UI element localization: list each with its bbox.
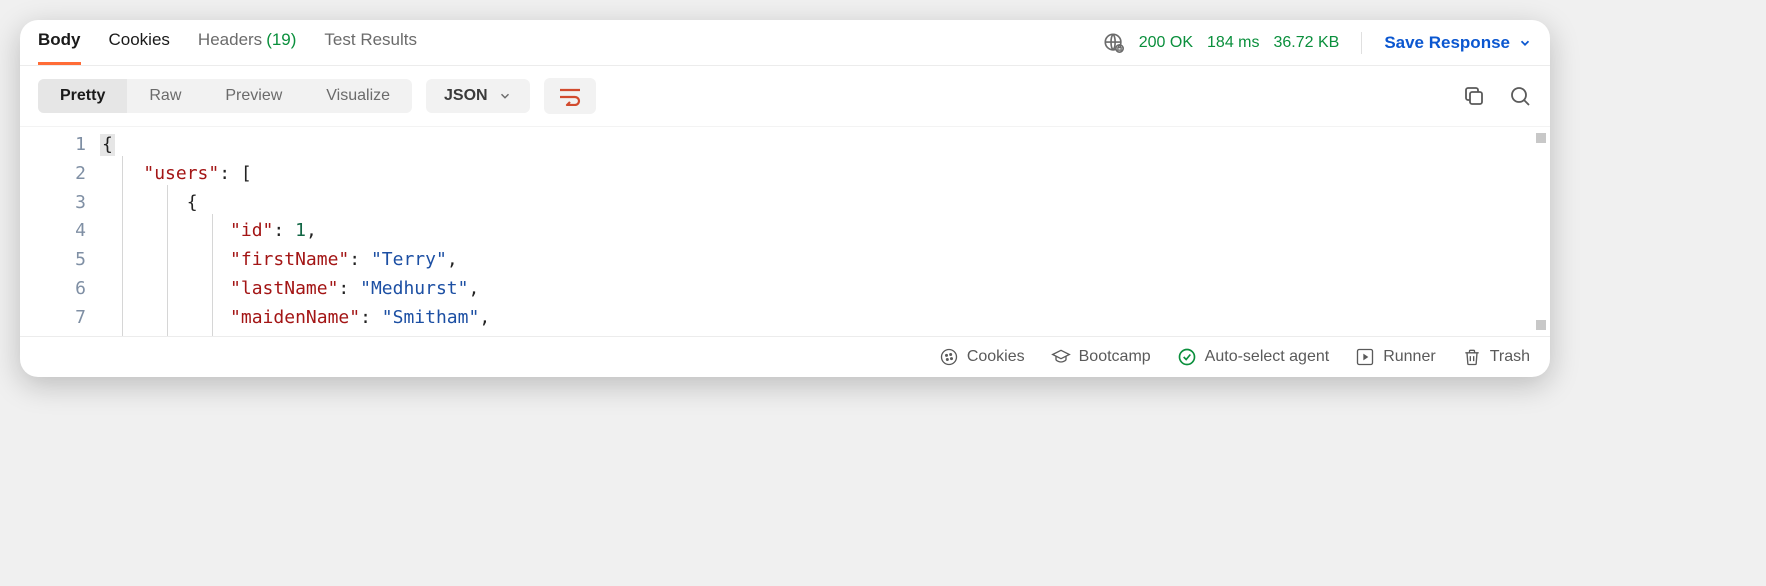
chevron-down-icon <box>1518 36 1532 50</box>
line-gutter: 1 2 3 4 5 6 7 <box>20 127 100 336</box>
response-meta: 200 OK 184 ms 36.72 KB Save Response <box>1103 32 1532 64</box>
footer-cookies[interactable]: Cookies <box>939 347 1025 367</box>
json-value: 1 <box>295 220 306 241</box>
json-key: "lastName" <box>230 278 338 299</box>
view-mode-segment: Pretty Raw Preview Visualize <box>38 79 412 113</box>
tab-headers[interactable]: Headers (19) <box>198 30 297 65</box>
line-number: 6 <box>20 275 86 304</box>
tab-cookies[interactable]: Cookies <box>109 30 170 65</box>
json-value: "Medhurst" <box>360 278 468 299</box>
graduation-cap-icon <box>1051 347 1071 367</box>
network-icon[interactable] <box>1103 32 1125 54</box>
view-visualize[interactable]: Visualize <box>304 79 412 113</box>
code-line: { <box>100 189 1550 218</box>
copy-icon[interactable] <box>1462 84 1486 108</box>
json-value: "Smitham" <box>382 307 480 328</box>
code-line: { <box>100 131 1550 160</box>
cookie-icon <box>939 347 959 367</box>
line-number: 2 <box>20 160 86 189</box>
tab-body[interactable]: Body <box>38 30 81 65</box>
format-select[interactable]: JSON <box>426 79 530 113</box>
code-line: "firstName": "Terry", <box>100 246 1550 275</box>
status-code: 200 OK <box>1139 34 1193 52</box>
toolbar-right <box>1462 84 1532 108</box>
trash-icon <box>1462 347 1482 367</box>
json-punc: : [ <box>219 163 252 184</box>
line-number: 3 <box>20 189 86 218</box>
footer-bootcamp-label: Bootcamp <box>1079 348 1151 366</box>
tab-headers-label: Headers <box>198 30 262 50</box>
tab-body-label: Body <box>38 30 81 50</box>
status-size: 36.72 KB <box>1273 34 1339 52</box>
scroll-marker <box>1536 133 1546 143</box>
status-group: 200 OK 184 ms 36.72 KB <box>1103 32 1340 54</box>
line-number: 5 <box>20 246 86 275</box>
json-key: "id" <box>230 220 273 241</box>
code-line: "users": [ <box>100 160 1550 189</box>
line-number: 1 <box>20 131 86 160</box>
brace: { <box>100 134 115 156</box>
line-number: 7 <box>20 304 86 333</box>
tab-headers-count: (19) <box>266 30 296 50</box>
brace: { <box>187 192 198 213</box>
response-panel: Body Cookies Headers (19) Test Results 2… <box>20 20 1550 377</box>
code-line: "id": 1, <box>100 217 1550 246</box>
response-tabs-row: Body Cookies Headers (19) Test Results 2… <box>20 20 1550 66</box>
status-bar: Cookies Bootcamp Auto-select agent Runne… <box>20 336 1550 377</box>
json-key: "users" <box>143 163 219 184</box>
footer-trash[interactable]: Trash <box>1462 347 1530 367</box>
tab-cookies-label: Cookies <box>109 30 170 50</box>
footer-auto-select-agent[interactable]: Auto-select agent <box>1177 347 1330 367</box>
response-tabs: Body Cookies Headers (19) Test Results <box>38 30 417 65</box>
format-select-label: JSON <box>444 87 488 105</box>
code-line: "maidenName": "Smitham", <box>100 304 1550 333</box>
wrap-lines-button[interactable] <box>544 78 596 114</box>
footer-cookies-label: Cookies <box>967 348 1025 366</box>
line-number: 4 <box>20 217 86 246</box>
save-response-button[interactable]: Save Response <box>1384 33 1532 53</box>
view-pretty[interactable]: Pretty <box>38 79 127 113</box>
view-raw[interactable]: Raw <box>127 79 203 113</box>
footer-bootcamp[interactable]: Bootcamp <box>1051 347 1151 367</box>
footer-runner-label: Runner <box>1383 348 1435 366</box>
code-line: "lastName": "Medhurst", <box>100 275 1550 304</box>
json-value: "Terry" <box>371 249 447 270</box>
check-circle-icon <box>1177 347 1197 367</box>
code-view[interactable]: 1 2 3 4 5 6 7 { "users": [ { "id": 1, "f… <box>20 126 1550 336</box>
play-square-icon <box>1355 347 1375 367</box>
footer-auto-label: Auto-select agent <box>1205 348 1330 366</box>
wrap-icon <box>558 86 582 106</box>
footer-trash-label: Trash <box>1490 348 1530 366</box>
json-key: "firstName" <box>230 249 349 270</box>
tab-test-results-label: Test Results <box>324 30 417 50</box>
search-icon[interactable] <box>1508 84 1532 108</box>
status-time: 184 ms <box>1207 34 1259 52</box>
view-preview[interactable]: Preview <box>203 79 304 113</box>
chevron-down-icon <box>498 89 512 103</box>
body-toolbar: Pretty Raw Preview Visualize JSON <box>20 66 1550 126</box>
save-response-label: Save Response <box>1384 33 1510 53</box>
tab-test-results[interactable]: Test Results <box>324 30 417 65</box>
json-key: "maidenName" <box>230 307 360 328</box>
code-column: { "users": [ { "id": 1, "firstName": "Te… <box>100 127 1550 336</box>
scroll-marker <box>1536 320 1546 330</box>
divider <box>1361 32 1362 54</box>
footer-runner[interactable]: Runner <box>1355 347 1435 367</box>
